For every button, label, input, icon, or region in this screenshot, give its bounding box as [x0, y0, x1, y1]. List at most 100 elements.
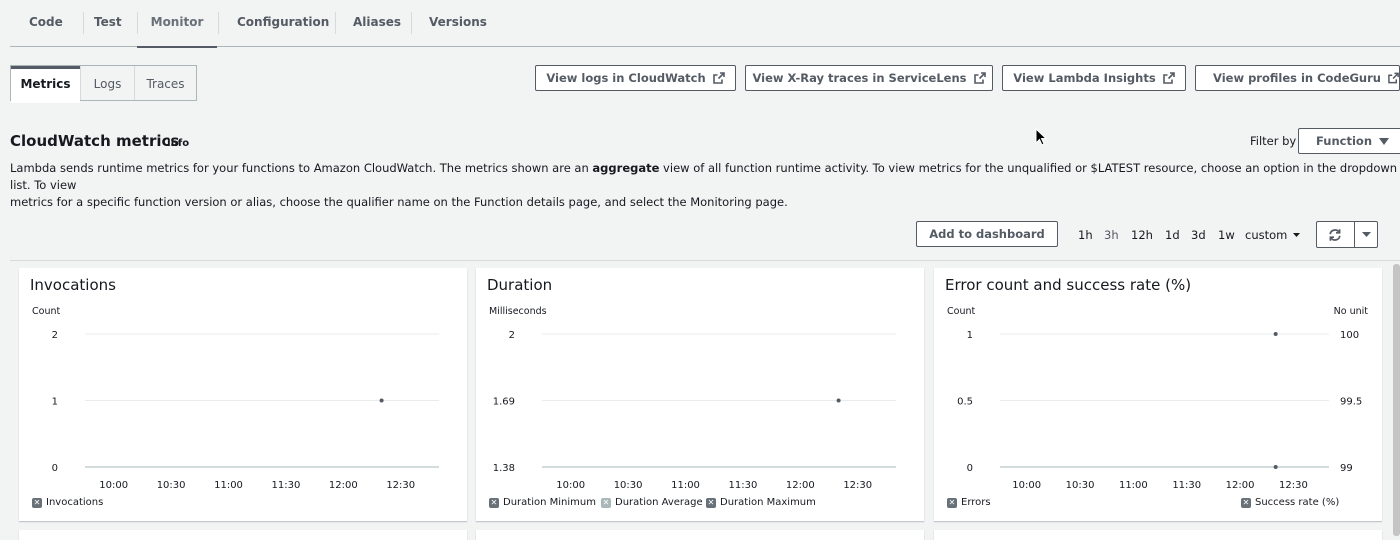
filter-select[interactable]: Function — [1298, 128, 1400, 154]
legend-toggle-icon: ✕ — [601, 497, 611, 508]
legend-item[interactable]: ✕ Success rate (%) — [1241, 497, 1339, 508]
x-tick-label: 11:30 — [729, 480, 758, 491]
x-tick-label: 12:00 — [1226, 480, 1255, 491]
tab-divider — [411, 12, 412, 34]
add-to-dashboard-button[interactable]: Add to dashboard — [916, 221, 1058, 247]
subtab-metrics[interactable]: Metrics — [11, 66, 80, 103]
filter-label: Filter by — [1250, 134, 1297, 148]
y2-tick-label: 99.5 — [1340, 397, 1362, 408]
time-range-3h[interactable]: 3h — [1104, 228, 1119, 242]
invocations-card: Invocations Count 2 1 0 10:00 10:30 11:00 11:30… — [19, 268, 467, 521]
tab-divider — [335, 12, 336, 34]
external-link-icon — [973, 72, 986, 84]
view-xray-traces-label: View X-Ray traces in ServiceLens — [752, 71, 967, 85]
data-point — [1273, 332, 1278, 336]
view-xray-traces-button[interactable]: View X-Ray traces in ServiceLens — [745, 65, 993, 91]
y-tick-label: 1 — [967, 330, 973, 341]
y-tick-label: 0 — [967, 463, 973, 474]
x-tick-label: 12:00 — [329, 480, 358, 491]
y-tick-label: 1.38 — [493, 463, 515, 474]
legend-toggle-icon: ✕ — [489, 497, 499, 508]
tab-test[interactable]: Test — [94, 0, 122, 46]
refresh-button-group — [1316, 221, 1378, 248]
tab-configuration[interactable]: Configuration — [237, 0, 329, 46]
time-range-1w[interactable]: 1w — [1218, 228, 1235, 242]
tab-divider — [218, 12, 219, 34]
y2-tick-label: 100 — [1340, 330, 1359, 341]
time-range-1d[interactable]: 1d — [1165, 228, 1180, 242]
external-link-icon — [1162, 72, 1175, 84]
caret-down-icon — [1293, 233, 1301, 237]
legend-item[interactable]: ✕ Duration Maximum — [706, 497, 816, 508]
legend-label: Success rate (%) — [1255, 497, 1340, 508]
legend-toggle-icon: ✕ — [32, 497, 42, 508]
legend-toggle-icon: ✕ — [947, 497, 957, 508]
x-tick-label: 11:00 — [214, 480, 243, 491]
refresh-options-dropdown[interactable] — [1355, 222, 1377, 247]
section-title: CloudWatch metrics — [10, 132, 180, 150]
section-description: Lambda sends runtime metrics for your fu… — [10, 160, 1400, 211]
y-tick-label: 2 — [509, 330, 515, 341]
y-tick-label: 1 — [52, 397, 58, 408]
caret-down-icon — [1379, 138, 1389, 145]
x-tick-label: 10:00 — [99, 480, 128, 491]
data-point — [836, 398, 841, 403]
y2-axis-unit: No unit — [1334, 306, 1369, 317]
legend-item[interactable]: ✕ Duration Minimum — [489, 497, 596, 508]
refresh-button[interactable] — [1317, 222, 1353, 247]
next-card-top — [476, 530, 924, 540]
tab-aliases[interactable]: Aliases — [353, 0, 401, 46]
next-card-top — [934, 530, 1382, 540]
data-point — [1273, 465, 1278, 469]
scrollbar[interactable] — [1393, 264, 1400, 536]
x-tick-label: 11:00 — [1119, 480, 1148, 491]
legend-label: Invocations — [46, 497, 104, 508]
y-axis-unit: Count — [32, 306, 60, 317]
time-range-1h[interactable]: 1h — [1078, 228, 1093, 242]
x-tick-label: 12:00 — [786, 480, 815, 491]
view-lambda-insights-button[interactable]: View Lambda Insights — [1002, 65, 1186, 91]
legend-item[interactable]: ✕ Errors — [947, 497, 991, 508]
time-range-12h[interactable]: 12h — [1131, 228, 1153, 242]
x-tick-label: 10:30 — [157, 480, 186, 491]
tab-code[interactable]: Code — [29, 0, 63, 46]
legend-item[interactable]: ✕ Invocations — [32, 497, 103, 508]
time-range-custom[interactable]: custom — [1245, 228, 1301, 242]
x-tick-label: 10:00 — [556, 480, 585, 491]
time-range-3d[interactable]: 3d — [1191, 228, 1206, 242]
y-axis-unit: Milliseconds — [489, 306, 547, 317]
info-link[interactable]: Info — [167, 138, 189, 149]
tab-versions[interactable]: Versions — [429, 0, 487, 46]
legend-item[interactable]: ✕ Duration Average — [601, 497, 703, 508]
legend-toggle-icon: ✕ — [1241, 497, 1251, 508]
y-axis-unit: Count — [947, 306, 975, 317]
subtab-traces[interactable]: Traces — [135, 66, 196, 100]
view-profiles-codeguru-button[interactable]: View profiles in CodeGuru — [1195, 65, 1400, 91]
x-tick-label: 11:30 — [272, 480, 301, 491]
invocations-chart: Count 2 1 0 10:00 10:30 11:00 11:30 12:00 12:30 — [32, 306, 439, 491]
error-success-chart: Count No unit 1 100 0.5 99.5 0 99 10:00 10:30 11:0… — [947, 306, 1369, 491]
tab-monitor[interactable]: Monitor — [137, 0, 217, 48]
refresh-icon — [1329, 228, 1341, 241]
x-tick-label: 10:00 — [1012, 480, 1041, 491]
view-logs-cloudwatch-button[interactable]: View logs in CloudWatch — [535, 65, 736, 91]
caret-down-icon — [1361, 231, 1371, 237]
x-tick-label: 10:30 — [1066, 480, 1095, 491]
legend-label: Errors — [961, 497, 991, 508]
data-point — [379, 398, 384, 403]
view-logs-cloudwatch-label: View logs in CloudWatch — [546, 71, 706, 85]
description-text: Lambda sends runtime metrics for your fu… — [10, 161, 593, 175]
y-tick-label: 2 — [52, 330, 58, 341]
description-text-line2: metrics for a specific function version … — [10, 195, 788, 209]
next-card-top — [19, 530, 467, 540]
duration-card: Duration Milliseconds 2 1.69 1.38 10:00 10:30… — [476, 268, 924, 521]
legend-label: Duration Minimum — [503, 497, 596, 508]
custom-label: custom — [1245, 228, 1288, 242]
view-profiles-codeguru-label: View profiles in CodeGuru — [1213, 71, 1381, 85]
y-tick-label: 1.69 — [493, 397, 515, 408]
description-bold: aggregate — [592, 161, 660, 175]
top-tab-bar: Code Test Monitor Configuration Aliases … — [10, 0, 1400, 48]
legend-label: Duration Average — [615, 497, 703, 508]
subtab-logs[interactable]: Logs — [81, 66, 134, 100]
x-tick-label: 12:30 — [386, 480, 415, 491]
